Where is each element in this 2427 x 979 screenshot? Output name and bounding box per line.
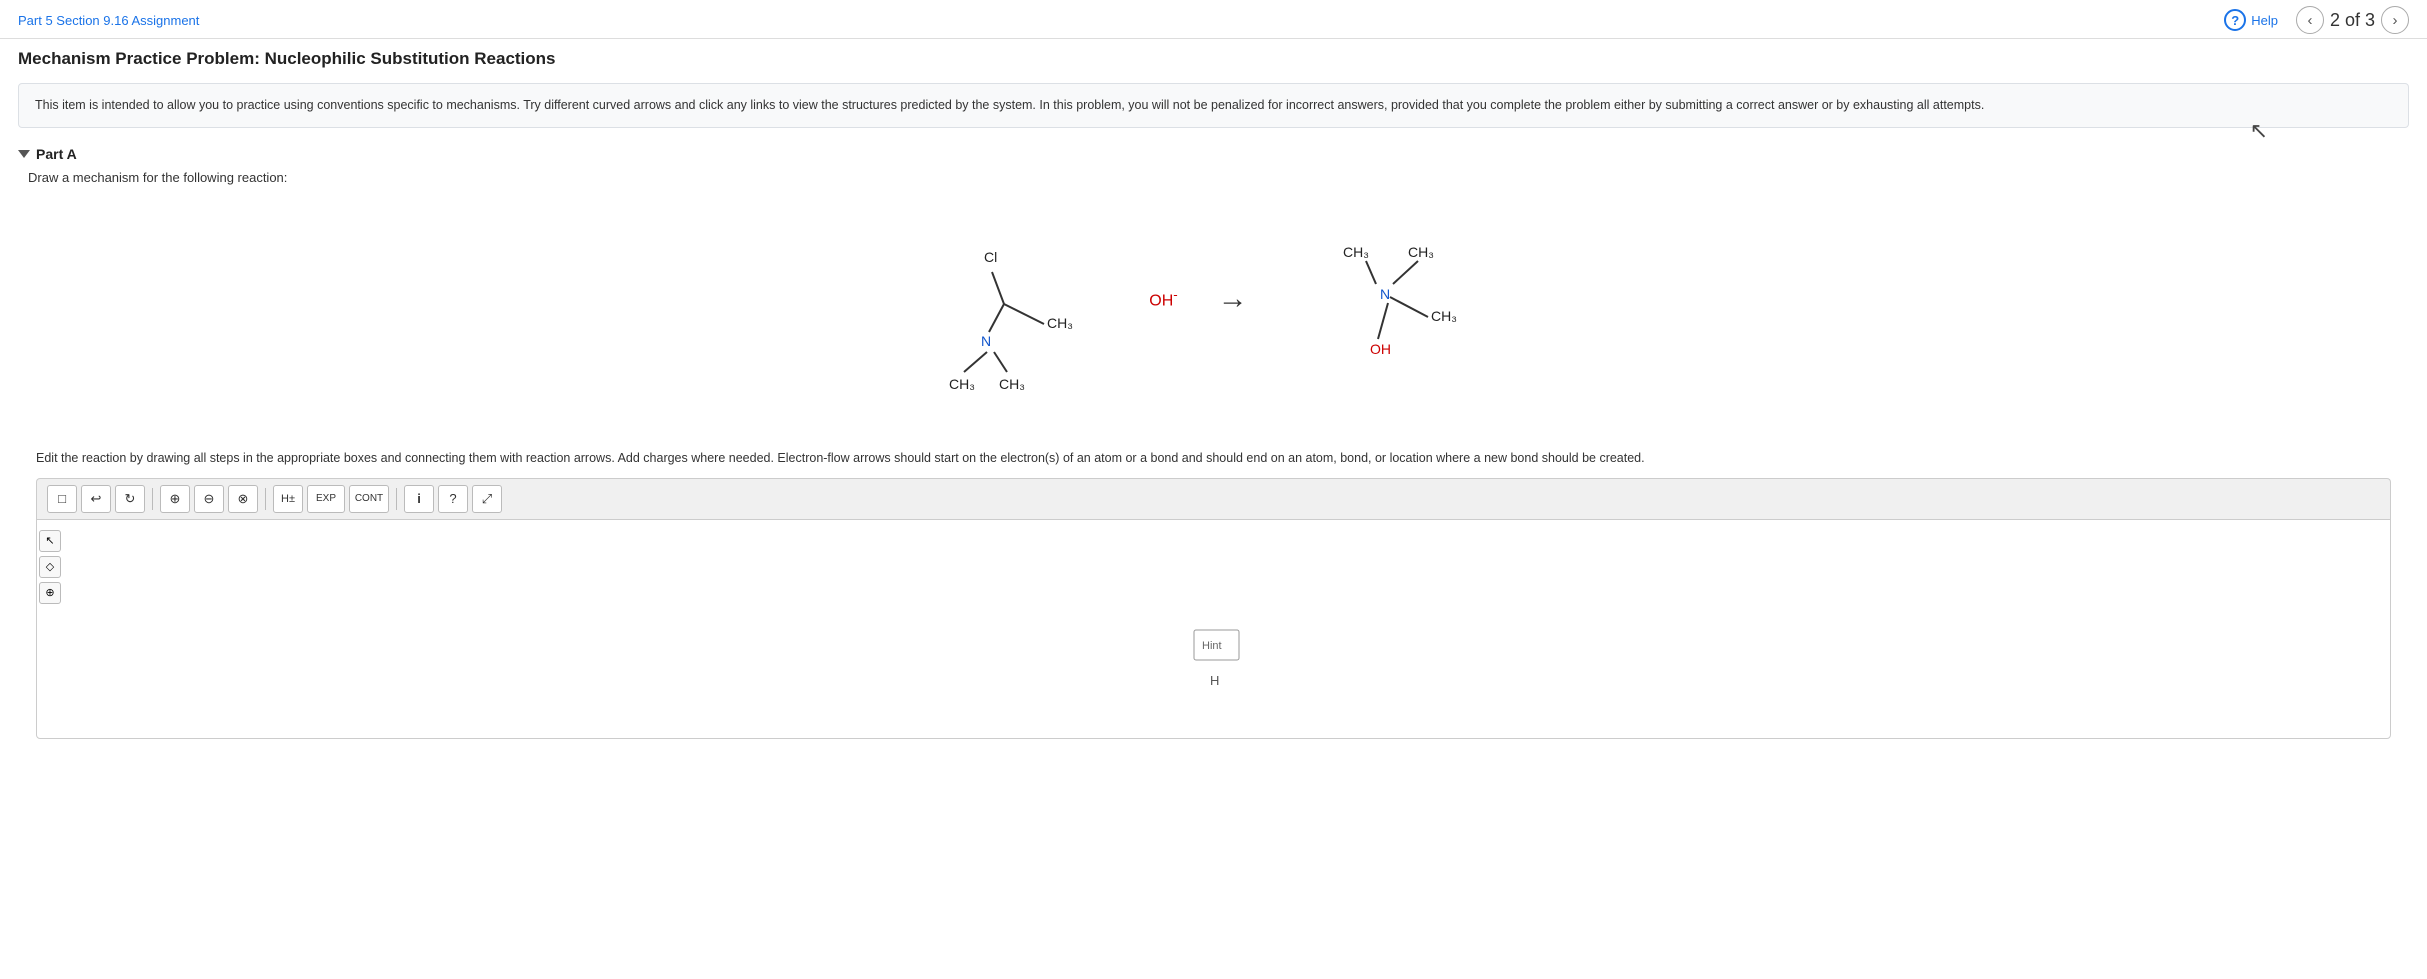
prev-chevron-icon: ‹ [2307, 12, 2312, 29]
help-label: Help [2251, 13, 2278, 28]
toolbar-separator-2 [265, 488, 266, 510]
svg-text:N: N [981, 333, 991, 349]
new-file-button[interactable]: □ [47, 485, 77, 513]
new-file-icon: □ [58, 491, 66, 506]
part-a-label: Part A [36, 146, 77, 162]
select-icon: ⊗ [238, 491, 249, 507]
page-title-bar: Mechanism Practice Problem: Nucleophilic… [0, 39, 2427, 73]
reactant-molecule-svg: Cl CH₃ N CH₃ CH₃ [889, 204, 1109, 424]
prev-page-button[interactable]: ‹ [2296, 6, 2324, 34]
svg-text:OH: OH [1370, 341, 1391, 357]
collapse-icon [18, 150, 30, 158]
zoom-out-button[interactable]: ⊖ [194, 485, 224, 513]
drawing-toolbar: □ ↩ ↻ ⊕ ⊖ ⊗ H± EXP [36, 478, 2391, 519]
reaction-area: Cl CH₃ N CH₃ CH₃ OH- → [18, 199, 2409, 429]
svg-text:CH₃: CH₃ [1408, 244, 1434, 260]
svg-text:N: N [1380, 286, 1390, 302]
next-page-button[interactable]: › [2381, 6, 2409, 34]
info-icon: i [417, 491, 421, 506]
expand-button[interactable]: ⤢ [472, 485, 502, 513]
page-title: Mechanism Practice Problem: Nucleophilic… [18, 49, 2409, 69]
expand-icon: ⤢ [482, 491, 492, 507]
toolbar-separator-1 [152, 488, 153, 510]
product-molecule-svg: CH₃ CH₃ N CH₃ OH [1288, 199, 1538, 429]
info-text: This item is intended to allow you to pr… [35, 98, 1984, 112]
drawing-canvas[interactable]: ↖ ◇ ⊕ Hint H [36, 519, 2391, 739]
undo-button[interactable]: ↩ [81, 485, 111, 513]
draw-instruction: Draw a mechanism for the following react… [18, 170, 2409, 185]
question-button[interactable]: ? [438, 485, 468, 513]
top-bar-right: ? Help ‹ 2 of 3 › [2224, 6, 2409, 34]
breadcrumb: Part 5 Section 9.16 Assignment [18, 13, 199, 28]
top-bar: Part 5 Section 9.16 Assignment ? Help ‹ … [0, 0, 2427, 39]
redo-icon: ↻ [125, 491, 136, 507]
part-a-section: Part A Draw a mechanism for the followin… [0, 138, 2427, 739]
reaction-arrow: → [1218, 282, 1248, 316]
zoom-in-icon: ⊕ [170, 491, 181, 507]
reagent-label: OH- [1149, 287, 1177, 310]
exp-button[interactable]: EXP [307, 485, 345, 513]
svg-text:CH₃: CH₃ [999, 376, 1025, 392]
info-banner: This item is intended to allow you to pr… [18, 83, 2409, 128]
help-icon: ? [2224, 9, 2246, 31]
redo-button[interactable]: ↻ [115, 485, 145, 513]
hydrogen-button[interactable]: H± [273, 485, 303, 513]
hydrogen-icon: H± [281, 493, 295, 505]
svg-text:CH₃: CH₃ [1431, 308, 1457, 324]
canvas-hint-svg: Hint H [1164, 625, 1264, 705]
canvas-eraser-tool[interactable]: ◇ [39, 556, 61, 578]
canvas-plus-tool[interactable]: ⊕ [39, 582, 61, 604]
canvas-hint-area: Hint H [1164, 625, 1264, 708]
canvas-select-tool[interactable]: ↖ [39, 530, 61, 552]
page-wrapper: Part 5 Section 9.16 Assignment ? Help ‹ … [0, 0, 2427, 979]
svg-text:CH₃: CH₃ [1343, 244, 1369, 260]
svg-text:Cl: Cl [984, 249, 997, 265]
zoom-out-icon: ⊖ [204, 491, 215, 507]
cont-button[interactable]: CONT [349, 485, 389, 513]
question-icon: ? [449, 491, 456, 506]
undo-icon: ↩ [91, 491, 102, 507]
next-chevron-icon: › [2393, 12, 2398, 29]
page-indicator: 2 of 3 [2330, 10, 2375, 31]
svg-text:CH₃: CH₃ [949, 376, 975, 392]
svg-text:H: H [1210, 673, 1219, 688]
exp-icon: EXP [316, 493, 336, 504]
pagination: ‹ 2 of 3 › [2296, 6, 2409, 34]
toolbar-separator-3 [396, 488, 397, 510]
edit-instruction: Edit the reaction by drawing all steps i… [18, 449, 2409, 468]
cont-icon: CONT [355, 493, 383, 504]
info-button[interactable]: i [404, 485, 434, 513]
cursor-icon: ↖ [2250, 114, 2268, 147]
part-a-header[interactable]: Part A [18, 146, 2409, 162]
canvas-sidebar-tools: ↖ ◇ ⊕ [39, 530, 61, 604]
select-button[interactable]: ⊗ [228, 485, 258, 513]
zoom-in-button[interactable]: ⊕ [160, 485, 190, 513]
svg-text:CH₃: CH₃ [1047, 315, 1073, 331]
svg-text:Hint: Hint [1202, 640, 1222, 652]
help-button[interactable]: ? Help [2224, 9, 2278, 31]
